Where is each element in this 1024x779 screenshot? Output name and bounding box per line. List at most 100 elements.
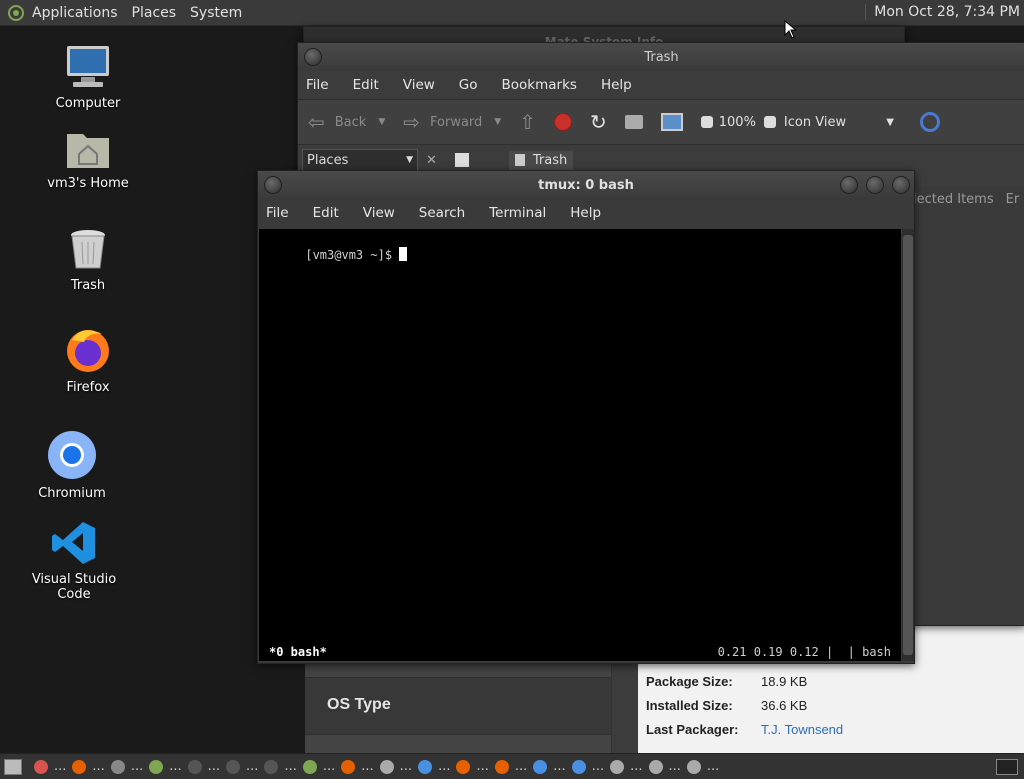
- desktop-icon-chromium[interactable]: Chromium: [17, 430, 127, 501]
- app-icon: [264, 759, 279, 774]
- chevron-down-icon[interactable]: ▼: [378, 117, 385, 127]
- places-menu[interactable]: Places: [132, 5, 177, 21]
- taskbar-item[interactable]: ...: [187, 759, 221, 774]
- edit-location-icon[interactable]: [454, 153, 469, 167]
- trash-toolbar: ⇦ Back ▼ ⇨ Forward ▼ ⇧ ↻ 100% Icon View ▼: [298, 99, 1024, 145]
- taskbar-item[interactable]: ...: [494, 759, 527, 774]
- chevron-down-icon[interactable]: ▼: [494, 117, 501, 127]
- firefox-icon: [72, 759, 87, 774]
- scrollbar-thumb[interactable]: [903, 235, 913, 655]
- terminal-menubar: File Edit View Search Terminal Help: [258, 199, 914, 227]
- menu-help[interactable]: Help: [601, 77, 632, 93]
- menu-search[interactable]: Search: [419, 205, 465, 221]
- window-menu-button[interactable]: [304, 48, 322, 66]
- minimize-button[interactable]: [840, 176, 858, 194]
- search-button[interactable]: [919, 112, 940, 132]
- trash-icon: [514, 154, 525, 166]
- menu-help[interactable]: Help: [570, 205, 601, 221]
- home-button[interactable]: [624, 115, 643, 129]
- terminal-title: tmux: 0 bash: [538, 177, 634, 193]
- taskbar-item[interactable]: ...: [149, 759, 182, 774]
- taskbar-item[interactable]: ...: [571, 759, 604, 774]
- clock[interactable]: Mon Oct 28, 7:34 PM: [865, 4, 1020, 20]
- taskbar-item[interactable]: ...: [226, 759, 258, 774]
- taskbar-item-label: ...: [92, 759, 105, 774]
- taskbar-item[interactable]: ...: [418, 759, 450, 774]
- places-selector[interactable]: Places ▼: [302, 149, 418, 171]
- taskbar-item[interactable]: ...: [302, 759, 335, 774]
- up-button[interactable]: ⇧: [519, 110, 536, 134]
- show-desktop-icon[interactable]: [4, 758, 22, 775]
- trash-icon: [379, 759, 394, 774]
- taskbar-item[interactable]: ...: [686, 759, 719, 774]
- view-mode-select[interactable]: Icon View ▼: [784, 115, 894, 130]
- menu-go[interactable]: Go: [459, 77, 478, 93]
- taskbar-item[interactable]: ...: [110, 759, 143, 774]
- computer-icon: [648, 759, 663, 774]
- help-icon: [34, 759, 48, 774]
- stop-button[interactable]: [553, 113, 572, 131]
- menu-file[interactable]: File: [306, 77, 329, 93]
- desktop-icon-computer[interactable]: Computer: [33, 44, 143, 111]
- taskbar-item[interactable]: ...: [34, 759, 66, 774]
- chromium-icon: [48, 431, 96, 479]
- firefox-icon: [456, 759, 471, 774]
- terminal-titlebar[interactable]: tmux: 0 bash: [258, 171, 914, 199]
- menu-bookmarks[interactable]: Bookmarks: [502, 77, 577, 93]
- system-menu[interactable]: System: [190, 5, 242, 21]
- mate-icon: [302, 759, 317, 774]
- forward-button[interactable]: ⇨ Forward ▼: [403, 110, 501, 134]
- taskbar-item[interactable]: ...: [72, 759, 105, 774]
- menu-file[interactable]: File: [266, 205, 289, 221]
- desktop-icon-vscode[interactable]: Visual Studio Code: [19, 520, 129, 602]
- taskbar-item[interactable]: ...: [533, 759, 566, 774]
- mate-logo-icon[interactable]: [8, 4, 24, 21]
- taskbar-item-label: ...: [476, 759, 489, 774]
- menu-terminal[interactable]: Terminal: [489, 205, 546, 221]
- taskbar-item[interactable]: ...: [456, 759, 489, 774]
- column-headers: elected Items Er: [905, 191, 1020, 207]
- menu-view[interactable]: View: [363, 205, 395, 221]
- applications-menu[interactable]: Applications: [32, 5, 118, 21]
- app-icon: [226, 759, 241, 774]
- close-icon[interactable]: ✕: [426, 153, 437, 168]
- taskbar-item[interactable]: ...: [341, 759, 374, 774]
- desktop-icon-home[interactable]: vm3's Home: [33, 128, 143, 191]
- packager-link[interactable]: T.J. Townsend: [761, 722, 843, 737]
- taskbar-item[interactable]: ...: [264, 759, 297, 774]
- menu-view[interactable]: View: [403, 77, 435, 93]
- desktop-icon-trash[interactable]: Trash: [33, 228, 143, 293]
- terminal-scrollbar[interactable]: [902, 229, 914, 661]
- cursor: [399, 247, 408, 261]
- taskbar-item-label: ...: [207, 759, 221, 774]
- desktop-icon-firefox[interactable]: Firefox: [33, 326, 143, 395]
- menu-edit[interactable]: Edit: [353, 77, 379, 93]
- taskbar-item-label: ...: [399, 759, 413, 774]
- chromium-icon: [571, 759, 586, 774]
- back-button[interactable]: ⇦ Back ▼: [308, 110, 385, 134]
- taskbar-item[interactable]: ...: [648, 759, 681, 774]
- chromium-icon: [533, 759, 548, 774]
- home-icon: [624, 115, 643, 129]
- menu-edit[interactable]: Edit: [313, 205, 339, 221]
- terminal-window: tmux: 0 bash File Edit View Search Termi…: [257, 170, 915, 664]
- taskbar-item[interactable]: ...: [610, 759, 643, 774]
- location-trash-button[interactable]: Trash: [508, 150, 574, 170]
- trash-window-titlebar[interactable]: Trash: [298, 43, 1024, 71]
- zoom-in-button[interactable]: [763, 116, 776, 128]
- computer-button[interactable]: [660, 113, 683, 131]
- taskbar-item-label: ...: [438, 759, 451, 774]
- chevron-down-icon: ▼: [886, 116, 894, 128]
- workspace-switcher[interactable]: [996, 758, 1018, 775]
- reload-button[interactable]: ↻: [590, 110, 607, 134]
- search-icon: [919, 112, 940, 132]
- maximize-button[interactable]: [866, 176, 884, 194]
- taskbar-item-label: ...: [553, 759, 566, 774]
- zoom-level: 100%: [718, 114, 756, 130]
- os-type-row[interactable]: OS Type: [305, 677, 611, 735]
- close-button[interactable]: [892, 176, 910, 194]
- terminal-screen[interactable]: [vm3@vm3 ~]$ *0 bash* 0.21 0.19 0.12 | |…: [259, 229, 901, 661]
- window-menu-button[interactable]: [264, 176, 282, 194]
- taskbar-item[interactable]: ...: [379, 759, 413, 774]
- zoom-out-button[interactable]: [700, 116, 713, 128]
